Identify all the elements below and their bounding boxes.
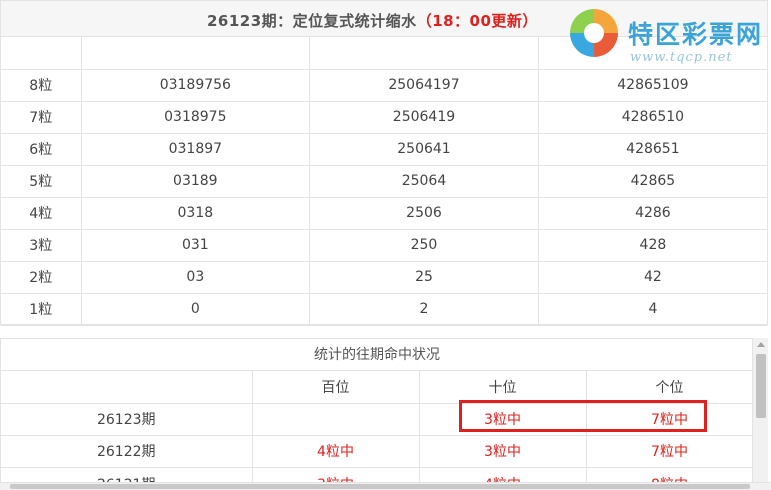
scroll-up-arrow-icon[interactable] xyxy=(757,342,765,347)
tens-cell: 250 xyxy=(309,228,539,262)
scrollbar-thumb[interactable] xyxy=(756,354,766,418)
row-label: 5粒 xyxy=(1,164,82,198)
table-row: 8粒 03189756 25064197 42865109 xyxy=(1,68,767,102)
history-row: 26123期 3粒中 7粒中 xyxy=(1,402,754,436)
tens-cell: 250641 xyxy=(309,132,539,166)
units-hit-cell: 7粒中 xyxy=(585,402,754,436)
site-logo[interactable]: 特区彩票网 www.tqcp.net xyxy=(570,9,765,65)
units-cell: 42865109 xyxy=(537,68,767,102)
row-label: 6粒 xyxy=(1,132,82,166)
hundreds-hit-cell xyxy=(251,402,420,436)
history-title: 统计的往期命中状况 xyxy=(1,339,753,371)
horizontal-scrollbar-thumb[interactable] xyxy=(10,484,750,489)
row-label: 8粒 xyxy=(1,68,82,102)
units-cell: 4 xyxy=(537,292,767,326)
history-table: 百位 十位 个位 26123期 3粒中 7粒中 26122期 4粒中 3粒中 7… xyxy=(1,371,754,490)
units-cell: 428651 xyxy=(537,132,767,166)
tens-cell: 2 xyxy=(309,292,539,326)
table-row: 4粒 0318 2506 4286 xyxy=(1,196,767,230)
history-row: 26122期 4粒中 3粒中 7粒中 xyxy=(1,434,754,468)
units-cell: 4286 xyxy=(537,196,767,230)
hundreds-cell: 031897 xyxy=(80,132,311,166)
tens-hit-cell: 3粒中 xyxy=(418,434,587,468)
hundreds-cell: 03189 xyxy=(80,164,311,198)
header-cell xyxy=(309,37,539,70)
hundreds-cell: 03 xyxy=(80,260,311,294)
hundreds-cell: 031 xyxy=(80,228,311,262)
row-label: 4粒 xyxy=(1,196,82,230)
issue-cell: 26123期 xyxy=(1,402,253,436)
update-time: （18：00更新） xyxy=(416,12,538,30)
tens-cell: 25 xyxy=(309,260,539,294)
units-hit-cell: 7粒中 xyxy=(585,434,754,468)
table-row: 2粒 03 25 42 xyxy=(1,260,767,294)
header-cell: 十位 xyxy=(418,371,587,404)
history-header-row: 百位 十位 个位 xyxy=(1,371,754,404)
header-cell xyxy=(1,371,253,404)
tens-hit-cell: 3粒中 xyxy=(418,402,587,436)
logo-url: www.tqcp.net xyxy=(630,50,733,65)
issue-cell: 26122期 xyxy=(1,434,253,468)
hundreds-cell: 0318 xyxy=(80,196,311,230)
hundreds-cell: 03189756 xyxy=(80,68,311,102)
horizontal-scrollbar[interactable] xyxy=(0,482,771,490)
header-cell xyxy=(80,37,311,70)
row-label: 3粒 xyxy=(1,228,82,262)
row-label: 7粒 xyxy=(1,100,82,134)
header-cell: 百位 xyxy=(251,371,420,404)
reduction-table: 8粒 03189756 25064197 42865109 7粒 0318975… xyxy=(1,37,767,326)
title-main: 26123期：定位复式统计缩水 xyxy=(207,12,417,30)
units-cell: 42 xyxy=(537,260,767,294)
hundreds-cell: 0318975 xyxy=(80,100,311,134)
logo-name: 特区彩票网 xyxy=(628,20,764,49)
table-row: 7粒 0318975 2506419 4286510 xyxy=(1,100,767,134)
header-cell xyxy=(1,37,82,70)
row-label: 1粒 xyxy=(1,292,82,326)
tens-cell: 25064 xyxy=(309,164,539,198)
hundreds-cell: 0 xyxy=(80,292,311,326)
table-row: 5粒 03189 25064 42865 xyxy=(1,164,767,198)
tens-cell: 25064197 xyxy=(309,68,539,102)
row-label: 2粒 xyxy=(1,260,82,294)
units-cell: 4286510 xyxy=(537,100,767,134)
table-row: 6粒 031897 250641 428651 xyxy=(1,132,767,166)
logo-swirl-icon xyxy=(570,9,618,57)
table-row: 1粒 0 2 4 xyxy=(1,292,767,326)
vertical-scrollbar[interactable] xyxy=(752,338,768,490)
page-title: 26123期：定位复式统计缩水（18：00更新） xyxy=(207,10,538,31)
units-cell: 42865 xyxy=(537,164,767,198)
hundreds-hit-cell: 4粒中 xyxy=(251,434,420,468)
tens-cell: 2506419 xyxy=(309,100,539,134)
table-row: 3粒 031 250 428 xyxy=(1,228,767,262)
units-cell: 428 xyxy=(537,228,767,262)
tens-cell: 2506 xyxy=(309,196,539,230)
history-panel: 统计的往期命中状况 百位 十位 个位 26123期 3粒中 7粒中 26122期… xyxy=(0,338,768,490)
header-cell: 个位 xyxy=(585,371,754,404)
